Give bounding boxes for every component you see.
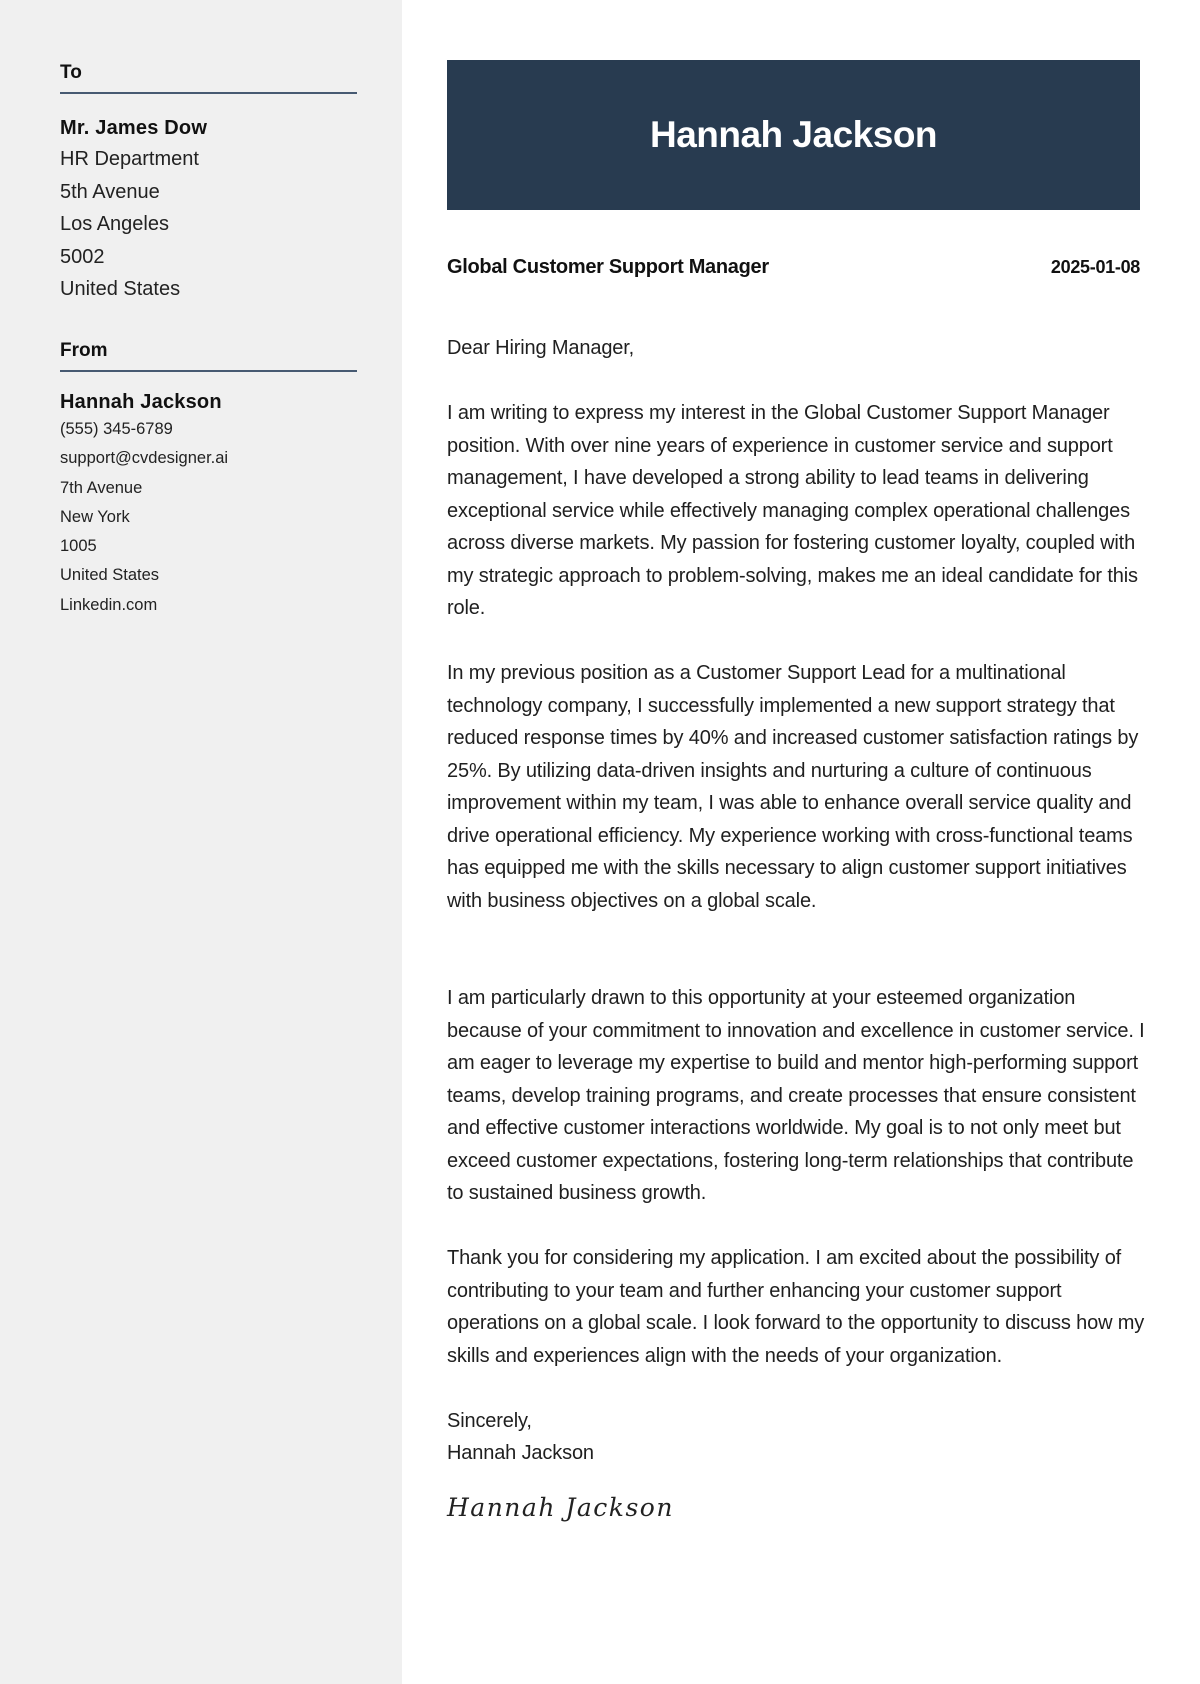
letter-body: Dear Hiring Manager, I am writing to exp… [447, 332, 1147, 1524]
recipient-address: HR Department 5th Avenue Los Angeles 500… [60, 143, 357, 306]
to-divider [60, 92, 357, 94]
header-banner: Hannah Jackson [447, 60, 1140, 210]
signature: Hannah Jackson [447, 1492, 674, 1522]
job-title: Global Customer Support Manager [447, 256, 769, 278]
sender-country: United States [60, 566, 160, 585]
closing-phrase: Sincerely, [447, 1409, 532, 1432]
sender-email[interactable]: support@cvdesigner.ai [60, 444, 357, 473]
recipient-street: 5th Avenue [60, 180, 160, 203]
sidebar: To Mr. James Dow HR Department 5th Avenu… [0, 0, 402, 1684]
sender-street: 7th Avenue [60, 478, 143, 497]
recipient-city: Los Angeles [60, 213, 169, 235]
recipient-section: To Mr. James Dow HR Department 5th Avenu… [60, 62, 357, 306]
paragraph-motivation: I am particularly drawn to this opportun… [447, 987, 1145, 1204]
sender-phone: (555) 345-6789 [60, 420, 173, 438]
sender-name: Hannah Jackson [60, 391, 222, 413]
header-name: Hannah Jackson [649, 114, 938, 155]
paragraph-experience: In my previous position as a Customer Su… [447, 662, 1139, 912]
from-heading: From [60, 340, 108, 361]
salutation: Dear Hiring Manager, [447, 337, 635, 359]
recipient-country: United States [60, 278, 181, 300]
closing-name: Hannah Jackson [447, 1442, 594, 1464]
from-divider [60, 370, 357, 372]
sender-zip: 1005 [60, 537, 97, 556]
letter-date: 2025-01-08 [1050, 257, 1140, 277]
sender-section: From Hannah Jackson (555) 345-6789 suppo… [60, 340, 357, 620]
to-heading: To [60, 62, 82, 83]
sender-city: New York [60, 507, 130, 526]
sender-website[interactable]: Linkedin.com [60, 591, 357, 620]
paragraph-intro: I am writing to express my interest in t… [447, 402, 1138, 619]
recipient-zip: 5002 [60, 245, 105, 268]
recipient-department: HR Department [60, 148, 199, 170]
title-row: Global Customer Support Manager 2025-01-… [447, 256, 1140, 279]
recipient-name: Mr. James Dow [60, 117, 208, 139]
paragraph-closing: Thank you for considering my application… [447, 1247, 1145, 1367]
sender-contact: (555) 345-6789 support@cvdesigner.ai 7th… [60, 415, 357, 620]
